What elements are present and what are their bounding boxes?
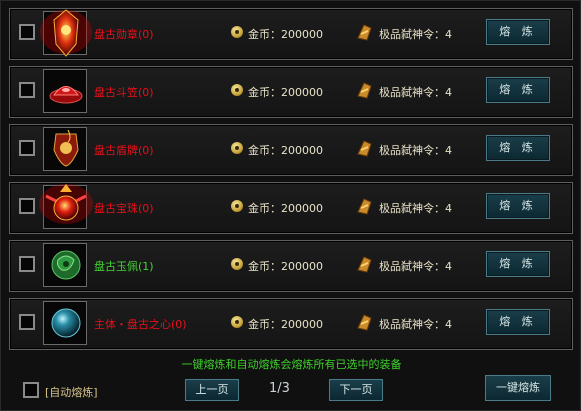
item-row-1: 盘古勋章(0) 金币：200000 极品弑神令：4 熔 炼 (9, 8, 573, 60)
medal-icon (40, 9, 92, 57)
smelt-button[interactable]: 熔 炼 (486, 309, 550, 335)
gold-cost: 金币：200000 (248, 86, 323, 99)
item-list: 盘古勋章(0) 金币：200000 极品弑神令：4 熔 炼 盘古斗笠(0) 金币… (9, 8, 573, 356)
token-cost: 极品弑神令：4 (379, 202, 452, 215)
smelt-button[interactable]: 熔 炼 (486, 251, 550, 277)
gold-cost: 金币：200000 (248, 260, 323, 273)
item-checkbox[interactable] (19, 140, 35, 156)
token-icon (355, 312, 375, 336)
item-name: 盘古玉佩(1) (94, 260, 154, 273)
item-name: 主体・盘古之心(0) (94, 318, 187, 331)
item-row-5: 盘古玉佩(1) 金币：200000 极品弑神令：4 熔 炼 (9, 240, 573, 292)
coin-icon (231, 258, 243, 270)
jade-icon (43, 243, 87, 287)
gold-cost: 金币：200000 (248, 202, 323, 215)
item-checkbox[interactable] (19, 198, 35, 214)
smelt-button[interactable]: 熔 炼 (486, 77, 550, 103)
smelt-button[interactable]: 熔 炼 (486, 193, 550, 219)
smelt-panel: 盘古勋章(0) 金币：200000 极品弑神令：4 熔 炼 盘古斗笠(0) 金币… (0, 0, 581, 411)
orb-icon (39, 184, 93, 229)
item-name: 盘古盾牌(0) (94, 144, 154, 157)
gold-cost: 金币：200000 (248, 28, 323, 41)
coin-icon (231, 316, 243, 328)
page-indicator: 1/3 (269, 381, 290, 396)
token-icon (355, 138, 375, 162)
gold-cost: 金币：200000 (248, 144, 323, 157)
item-checkbox[interactable] (19, 314, 35, 330)
item-name: 盘古斗笠(0) (94, 86, 154, 99)
item-name: 盘古宝珠(0) (94, 202, 154, 215)
token-icon (355, 254, 375, 278)
item-row-6: 主体・盘古之心(0) 金币：200000 极品弑神令：4 熔 炼 (9, 298, 573, 350)
auto-smelt-checkbox[interactable] (23, 382, 39, 398)
smelt-button[interactable]: 熔 炼 (486, 19, 550, 45)
coin-icon (231, 84, 243, 96)
next-page-button[interactable]: 下一页 (329, 379, 383, 401)
prev-page-button[interactable]: 上一页 (185, 379, 239, 401)
item-row-2: 盘古斗笠(0) 金币：200000 极品弑神令：4 熔 炼 (9, 66, 573, 118)
token-icon (355, 22, 375, 46)
item-row-4: 盘古宝珠(0) 金币：200000 极品弑神令：4 熔 炼 (9, 182, 573, 234)
token-cost: 极品弑神令：4 (379, 318, 452, 331)
token-cost: 极品弑神令：4 (379, 86, 452, 99)
token-cost: 极品弑神令：4 (379, 28, 452, 41)
heart-orb-icon (43, 301, 87, 345)
item-checkbox[interactable] (19, 24, 35, 40)
token-cost: 极品弑神令：4 (379, 260, 452, 273)
token-icon (355, 196, 375, 220)
coin-icon (231, 26, 243, 38)
smelt-button[interactable]: 熔 炼 (486, 135, 550, 161)
item-checkbox[interactable] (19, 82, 35, 98)
auto-smelt-label: [自动熔炼] (45, 386, 98, 399)
token-cost: 极品弑神令：4 (379, 144, 452, 157)
item-row-3: 盘古盾牌(0) 金币：200000 极品弑神令：4 熔 炼 (9, 124, 573, 176)
item-checkbox[interactable] (19, 256, 35, 272)
shield-icon (43, 127, 87, 171)
coin-icon (231, 142, 243, 154)
token-icon (355, 80, 375, 104)
gold-cost: 金币：200000 (248, 318, 323, 331)
hat-icon (43, 69, 87, 113)
coin-icon (231, 200, 243, 212)
bulk-smelt-button[interactable]: 一键熔炼 (485, 375, 551, 401)
smelt-notice: 一键熔炼和自动熔炼会熔炼所有已选中的装备 (181, 358, 402, 371)
item-name: 盘古勋章(0) (94, 28, 154, 41)
